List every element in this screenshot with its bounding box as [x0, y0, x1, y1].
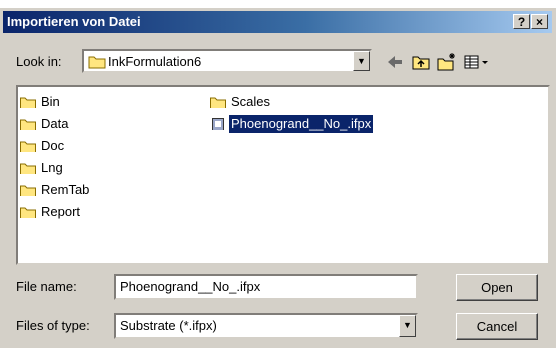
back-arrow-icon[interactable]	[384, 51, 406, 73]
item-label: Data	[41, 116, 69, 131]
folder-icon	[20, 207, 36, 218]
chevron-down-icon[interactable]: ▼	[353, 51, 370, 71]
folder-icon	[20, 185, 36, 196]
folder-icon	[88, 56, 106, 69]
view-menu-icon[interactable]	[462, 51, 492, 73]
folder-icon	[20, 163, 36, 174]
item-label: Doc	[41, 138, 65, 153]
open-button[interactable]: Open	[456, 274, 538, 301]
filetype-label: Files of type:	[16, 318, 90, 333]
close-button[interactable]: ×	[531, 14, 548, 29]
filename-value: Phoenogrand__No_.ifpx	[120, 279, 261, 294]
file-list[interactable]: Bin Data Doc Lng RemTab Report Scales Phoenogra…	[16, 85, 550, 265]
up-folder-icon[interactable]	[410, 51, 432, 73]
lookin-label: Look in:	[16, 54, 62, 69]
help-button[interactable]: ?	[513, 14, 530, 29]
file-dialog: Importieren von Datei ? × Look in: InkFo…	[0, 8, 556, 348]
title-bar[interactable]: Importieren von Datei ? ×	[3, 11, 552, 33]
item-label: Phoenogrand__No_.ifpx	[229, 115, 374, 133]
document-icon	[212, 118, 224, 130]
item-label: RemTab	[41, 182, 90, 197]
item-label: Report	[41, 204, 81, 219]
filename-label: File name:	[16, 279, 77, 294]
filetype-dropdown[interactable]: Substrate (*.ifpx) ▼	[114, 313, 418, 339]
new-folder-icon[interactable]	[436, 51, 458, 73]
folder-icon	[20, 141, 36, 152]
window-title: Importieren von Datei	[7, 14, 141, 29]
item-label: Bin	[41, 94, 60, 109]
chevron-down-icon[interactable]: ▼	[399, 315, 416, 337]
folder-icon	[210, 97, 226, 108]
filetype-value: Substrate (*.ifpx)	[120, 318, 217, 333]
folder-icon	[20, 97, 36, 108]
filename-input[interactable]: Phoenogrand__No_.ifpx	[114, 274, 418, 300]
cancel-button[interactable]: Cancel	[456, 313, 538, 340]
lookin-value: InkFormulation6	[108, 54, 202, 69]
lookin-dropdown[interactable]: InkFormulation6 ▼	[82, 49, 372, 73]
folder-icon	[20, 119, 36, 130]
item-label: Scales	[231, 94, 271, 109]
item-label: Lng	[41, 160, 63, 175]
